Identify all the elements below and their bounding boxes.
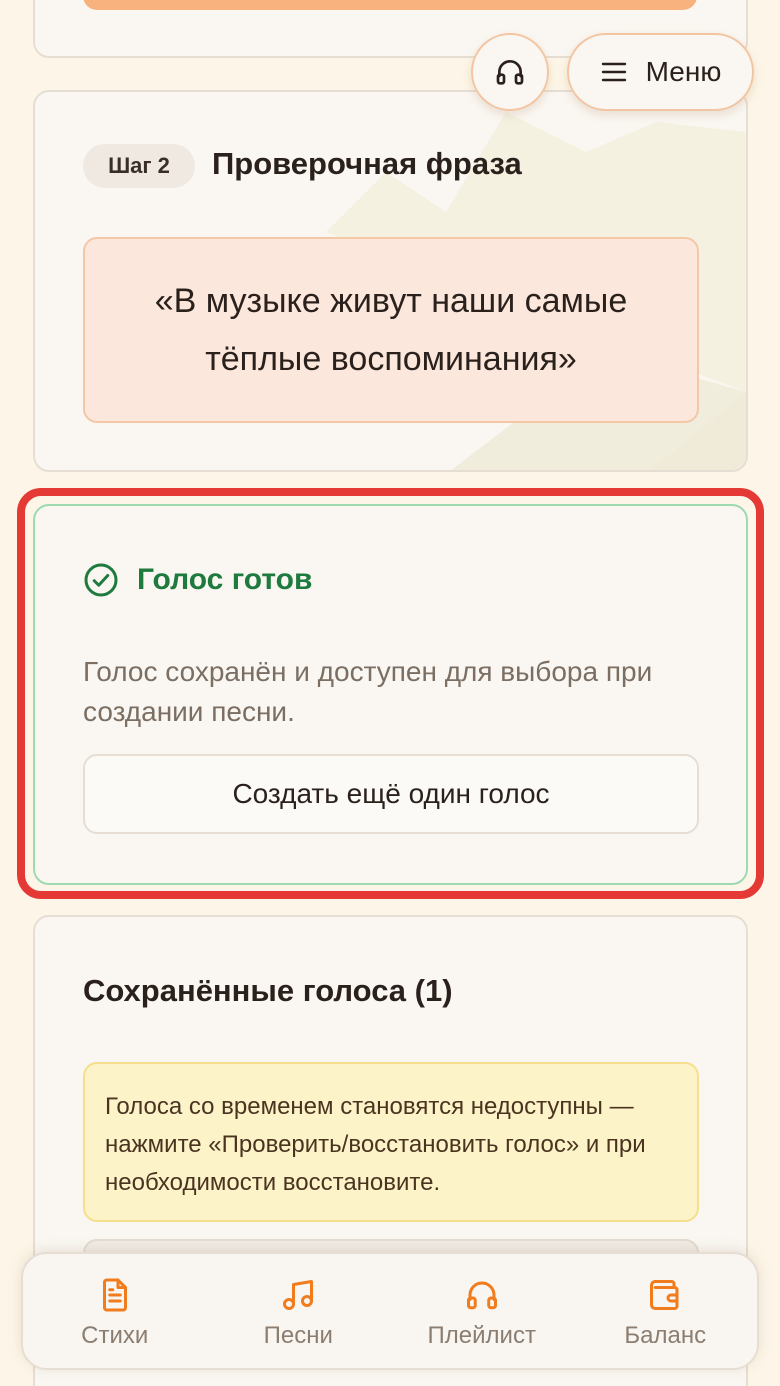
step2-card: Шаг 2 Проверочная фраза «В музыке живут …: [33, 90, 748, 472]
music-note-icon: [280, 1276, 316, 1314]
nav-label-poems: Стихи: [81, 1322, 149, 1349]
nav-item-songs[interactable]: Песни: [207, 1254, 391, 1368]
document-icon: [97, 1276, 133, 1314]
check-circle-icon: [83, 562, 119, 598]
voice-ready-card: Голос готов Голос сохранён и доступен дл…: [33, 504, 748, 885]
menu-button[interactable]: Меню: [567, 33, 754, 111]
headphones-icon: [464, 1276, 500, 1314]
create-another-voice-button[interactable]: Создать ещё один голос: [83, 754, 699, 834]
step-title: Проверочная фраза: [212, 146, 522, 181]
check-phrase-text: «В музыке живут наши самые тёплые воспом…: [154, 282, 628, 378]
previous-step-button[interactable]: [83, 0, 697, 10]
bottom-nav: Стихи Песни Плейлист Баланс: [21, 1252, 759, 1370]
nav-item-poems[interactable]: Стихи: [23, 1254, 207, 1368]
voices-notice: Голоса со временем становятся недоступны…: [83, 1062, 699, 1222]
voice-ready-description: Голос сохранён и доступен для выбора при…: [83, 656, 653, 727]
headphones-button[interactable]: [471, 33, 549, 111]
step-badge: Шаг 2: [83, 144, 195, 188]
saved-voices-title: Сохранённые голоса (1): [83, 973, 453, 1008]
nav-label-playlist: Плейлист: [427, 1322, 536, 1349]
check-phrase-box: «В музыке живут наши самые тёплые воспом…: [83, 237, 699, 423]
nav-label-songs: Песни: [263, 1322, 333, 1349]
menu-label: Меню: [645, 56, 722, 87]
wallet-icon: [647, 1276, 683, 1314]
menu-icon: [600, 60, 628, 84]
voice-ready-title: Голос готов: [137, 563, 313, 596]
voice-ready-header: Голос готов: [83, 562, 312, 598]
nav-item-balance[interactable]: Баланс: [574, 1254, 758, 1368]
nav-item-playlist[interactable]: Плейлист: [390, 1254, 574, 1368]
headphones-icon: [494, 56, 526, 88]
nav-label-balance: Баланс: [624, 1322, 707, 1349]
